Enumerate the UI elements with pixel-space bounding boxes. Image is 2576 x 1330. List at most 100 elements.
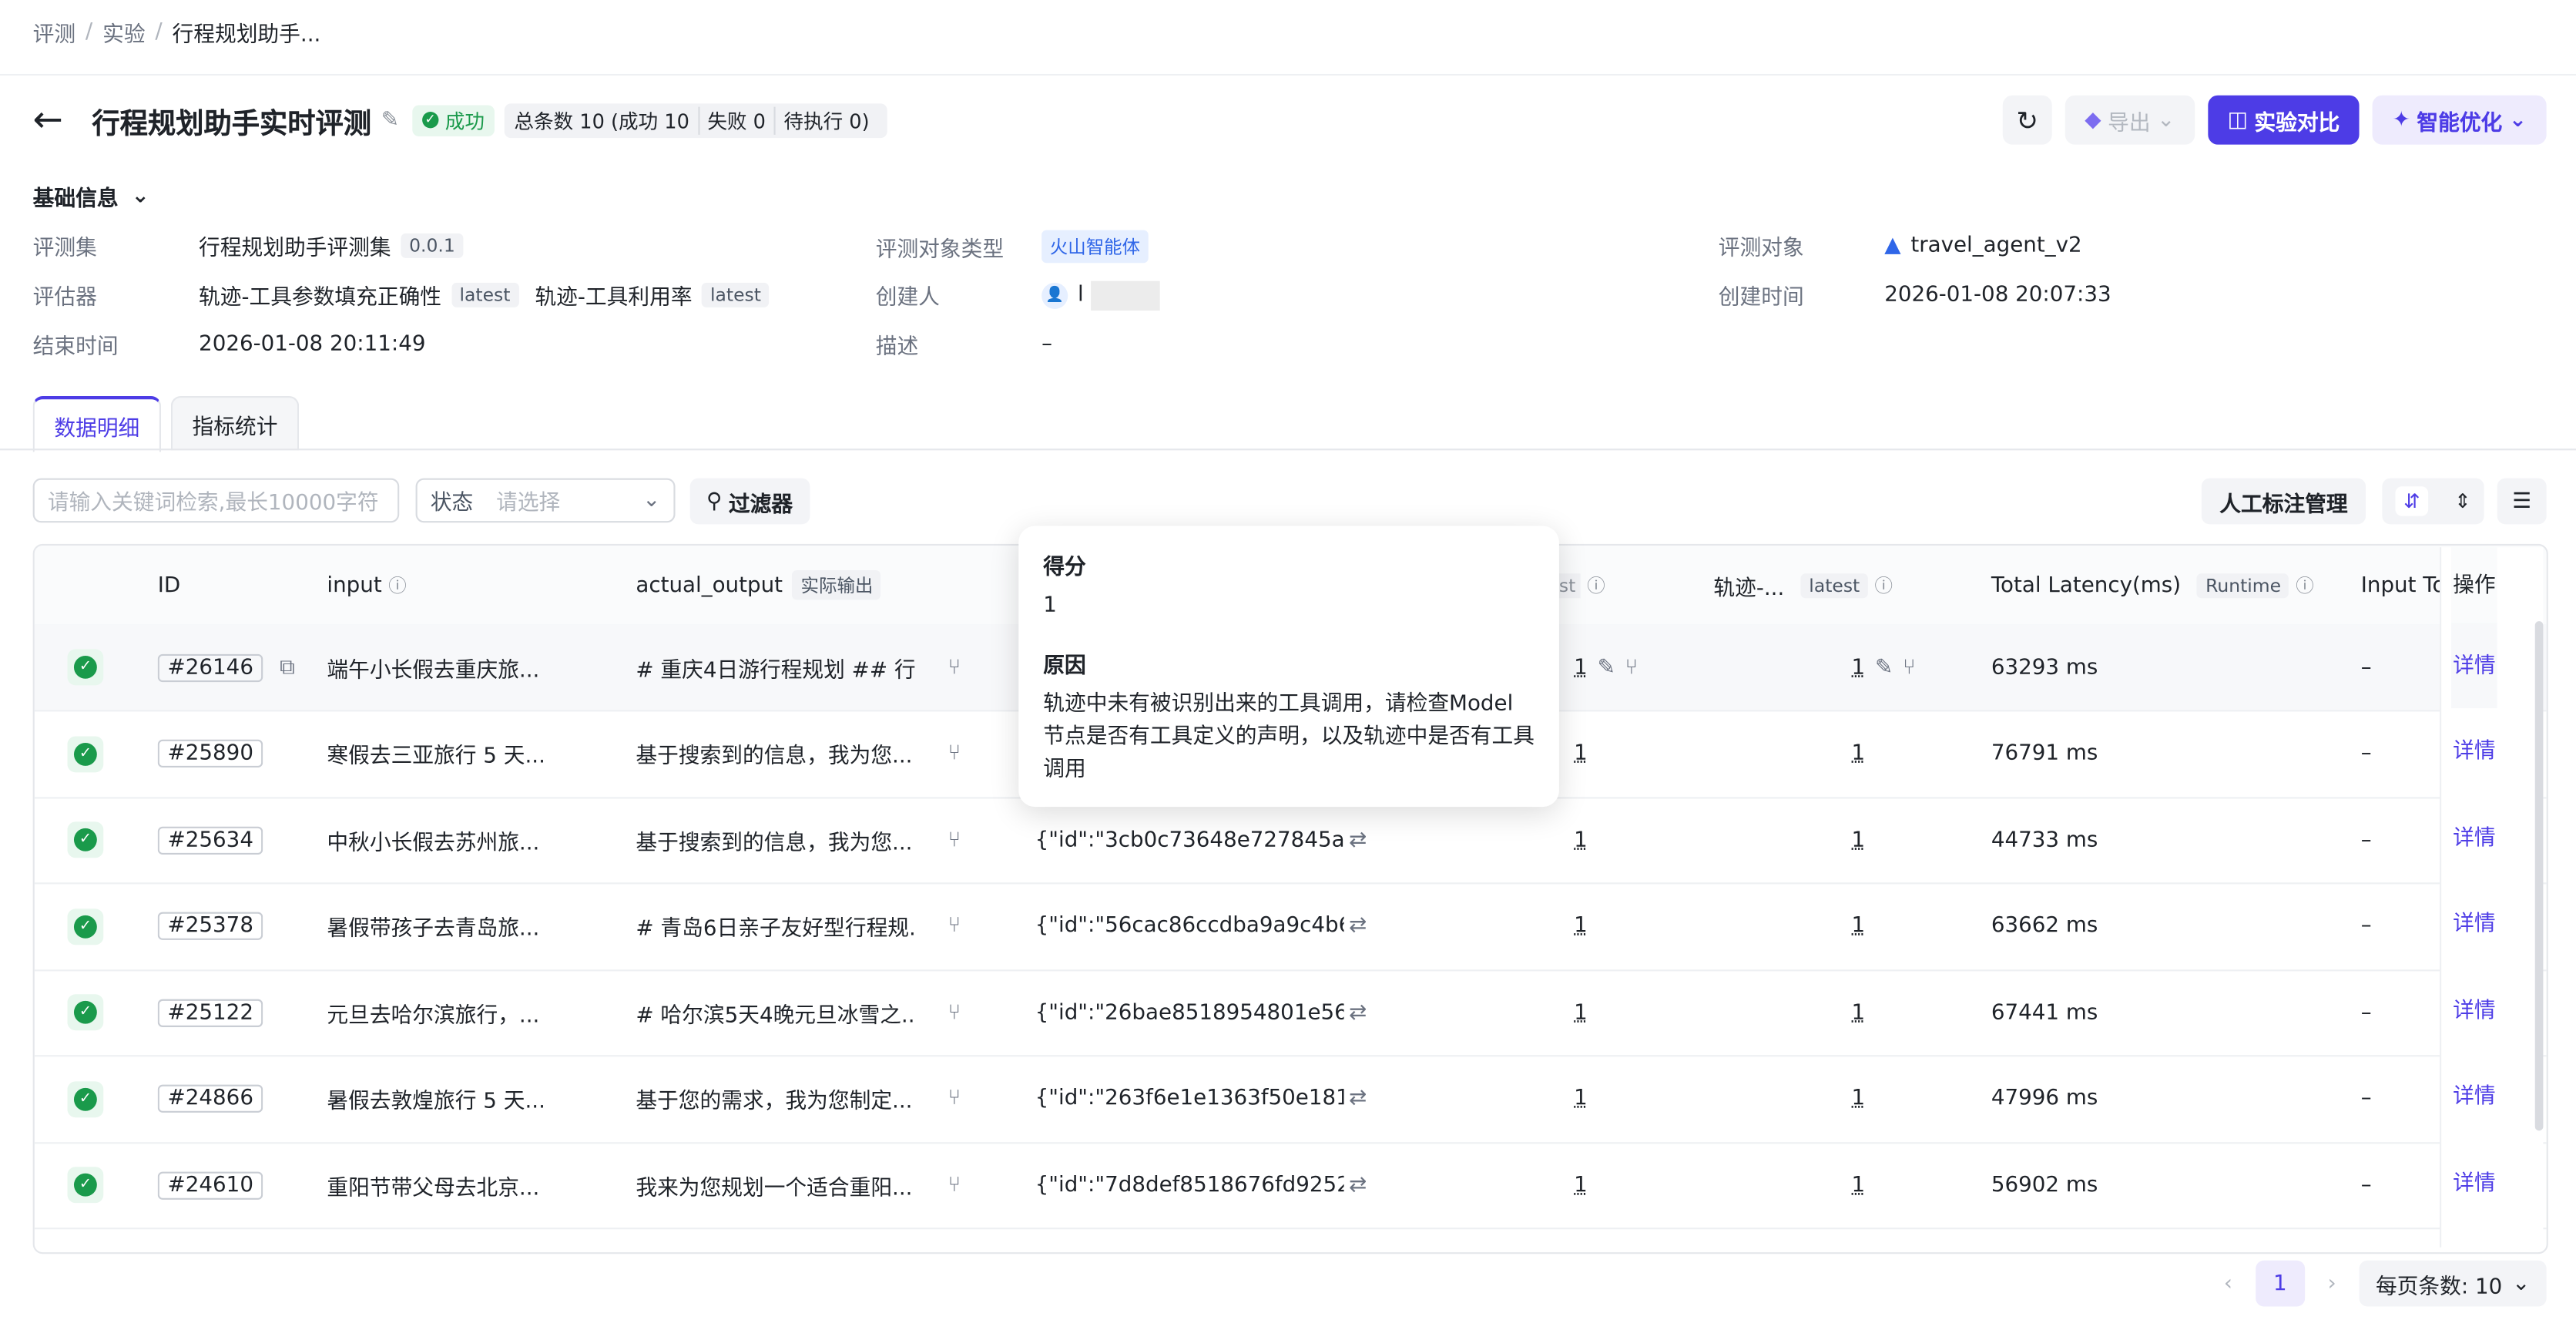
table-row[interactable]: ✓ #25378 暑假带孩子去青岛旅... # 青岛6日亲子友好型行程规... ⑂ {"i… bbox=[34, 883, 2547, 971]
trajectory-icon[interactable]: ⇄ bbox=[1349, 969, 1367, 1055]
detail-link[interactable]: 详情 bbox=[2450, 623, 2497, 709]
score-eval1[interactable]: 1 bbox=[1574, 914, 1588, 939]
version-tag: 0.0.1 bbox=[401, 233, 464, 258]
score-eval1[interactable]: 1 bbox=[1574, 741, 1588, 766]
trajectory-icon[interactable]: ⇄ bbox=[1349, 1056, 1367, 1141]
tab-metrics[interactable]: 指标统计 bbox=[170, 395, 300, 451]
trace-icon[interactable]: ⑂ bbox=[948, 969, 961, 1055]
cell-latency: 56902 ms bbox=[1991, 1172, 2098, 1197]
check-circle-icon: ✓ bbox=[73, 1087, 97, 1110]
success-status: ✓ bbox=[67, 1167, 104, 1204]
score-eval1[interactable]: 1 bbox=[1574, 655, 1588, 680]
status-label: 状态 bbox=[430, 491, 474, 516]
page-size-label: 每页条数: 10 bbox=[2375, 1274, 2503, 1299]
evaluator-link[interactable]: 轨迹-工具参数填充正确性 bbox=[199, 280, 441, 311]
dataset-link[interactable]: 行程规划助手评测集 bbox=[199, 230, 391, 261]
info-icon[interactable]: ⓘ bbox=[388, 572, 406, 598]
trace-icon[interactable]: ⑂ bbox=[1903, 655, 1916, 680]
detail-link[interactable]: 详情 bbox=[2451, 968, 2497, 1053]
edit-pencil-icon[interactable]: ✎ bbox=[1875, 655, 1893, 680]
cell-input: 暑假带孩子去青岛旅... bbox=[327, 917, 540, 942]
info-creator: 创建人 👤 l bbox=[876, 280, 1159, 311]
score-eval1[interactable]: 1 bbox=[1574, 828, 1588, 852]
created-time: 2026-01-08 20:07:33 bbox=[1884, 282, 2111, 307]
trajectory-icon[interactable]: ⇄ bbox=[1349, 1142, 1367, 1228]
trajectory-icon[interactable]: ⇄ bbox=[1349, 797, 1367, 882]
detail-link[interactable]: 详情 bbox=[2451, 795, 2497, 881]
score-eval1[interactable]: 1 bbox=[1574, 1087, 1588, 1111]
row-id: #25890 bbox=[157, 739, 263, 767]
target-type-tag: 火山智能体 bbox=[1041, 230, 1149, 264]
detail-link[interactable]: 详情 bbox=[2451, 1054, 2497, 1140]
trace-icon[interactable]: ⑂ bbox=[948, 710, 961, 796]
score-eval1[interactable]: 1 bbox=[1574, 1173, 1588, 1197]
optimize-button[interactable]: ✦ 智能优化 ⌄ bbox=[2372, 95, 2547, 145]
score-eval2[interactable]: 1 bbox=[1852, 1173, 1866, 1197]
info-label: 评测集 bbox=[32, 237, 97, 262]
trace-icon[interactable]: ⑂ bbox=[948, 624, 961, 710]
detail-link[interactable]: 详情 bbox=[2451, 882, 2497, 967]
stats-pending: 待执行 0) bbox=[773, 106, 878, 134]
score-eval2[interactable]: 1 bbox=[1852, 655, 1866, 680]
next-page-icon[interactable]: › bbox=[2328, 1271, 2336, 1296]
info-icon[interactable]: ⓘ bbox=[2296, 572, 2313, 598]
detail-link[interactable]: 详情 bbox=[2451, 1140, 2497, 1226]
cell-latency: 67441 ms bbox=[1991, 999, 2098, 1025]
table-row[interactable]: ✓ #25122 元旦去哈尔滨旅行，... # 哈尔滨5天4晚元旦冰雪之... ⑂ {"i… bbox=[34, 969, 2547, 1057]
export-button[interactable]: ◆ 导出 ⌄ bbox=[2064, 95, 2195, 145]
trace-icon[interactable]: ⑂ bbox=[948, 797, 961, 882]
refresh-button[interactable]: ↻ bbox=[2002, 95, 2052, 145]
trace-icon[interactable]: ⑂ bbox=[1625, 655, 1639, 680]
search-input[interactable]: 请输入关键词检索,最长10000字符 bbox=[32, 478, 400, 523]
table-row[interactable]: ✓ #25634 中秋小长假去苏州旅... 基于搜索到的信息，我为您... ⑂ {"id"… bbox=[34, 797, 2547, 885]
breadcrumb-item-eval[interactable]: 评测 bbox=[33, 16, 75, 48]
score-eval2[interactable]: 1 bbox=[1852, 914, 1866, 939]
score-eval2[interactable]: 1 bbox=[1852, 1000, 1866, 1025]
cell-output: 我来为您规划一个适合重阳... bbox=[636, 1175, 913, 1201]
copy-icon[interactable]: ⧉ bbox=[280, 655, 295, 680]
annotation-manage-button[interactable]: 人工标注管理 bbox=[2201, 478, 2366, 525]
info-icon[interactable]: ⓘ bbox=[1874, 572, 1892, 598]
detail-link[interactable]: 详情 bbox=[2451, 709, 2497, 794]
back-arrow-icon[interactable]: ← bbox=[33, 99, 82, 140]
edit-pencil-icon[interactable]: ✎ bbox=[1598, 655, 1615, 680]
table-row[interactable]: ✓ #24866 暑假去敦煌旅行 5 天... 基于您的需求，我为您制定... ⑂ {"i… bbox=[34, 1056, 2547, 1144]
trace-icon[interactable]: ⑂ bbox=[948, 1056, 961, 1141]
trace-icon[interactable]: ⑂ bbox=[948, 1142, 961, 1228]
stats-total: 总条数 10 (成功 10 bbox=[514, 109, 689, 133]
table-scrollbar[interactable] bbox=[2534, 621, 2544, 1131]
optimize-label: 智能优化 bbox=[2417, 110, 2503, 136]
cell-input-tokens: – bbox=[2360, 999, 2372, 1025]
table-row[interactable]: ✓ #24610 重阳节带父母去北京... 我来为您规划一个适合重阳... ⑂ {"id"… bbox=[34, 1142, 2547, 1230]
score-eval2[interactable]: 1 bbox=[1852, 1087, 1866, 1111]
compact-view-icon[interactable]: ⇵ bbox=[2395, 486, 2429, 516]
cell-trajectory: {"id":"263f6e1e1363f50e181a5... bbox=[1035, 1086, 1344, 1111]
check-circle-icon: ✓ bbox=[73, 655, 97, 679]
cell-latency: 44733 ms bbox=[1991, 827, 2098, 852]
status-select[interactable]: 状态 请选择 ⌄ bbox=[415, 478, 676, 523]
edit-pencil-icon[interactable]: ✎ bbox=[381, 108, 399, 133]
prev-page-icon[interactable]: ‹ bbox=[2224, 1271, 2232, 1296]
compare-button[interactable]: ◫ 实验对比 bbox=[2208, 95, 2360, 145]
target-link[interactable]: travel_agent_v2 bbox=[1910, 233, 2081, 258]
chevron-down-icon: ⌄ bbox=[2157, 107, 2175, 133]
page-button[interactable]: 1 bbox=[2255, 1260, 2305, 1307]
info-icon[interactable]: ⓘ bbox=[1587, 572, 1605, 598]
page-title: 行程规划助手实时评测 bbox=[92, 107, 371, 141]
row-id: #25122 bbox=[157, 998, 263, 1026]
info-evaluators: 评估器 轨迹-工具参数填充正确性 latest 轨迹-工具利用率 latest bbox=[33, 280, 770, 311]
column-settings-icon[interactable]: ☰ bbox=[2497, 478, 2547, 525]
trace-icon[interactable]: ⑂ bbox=[948, 883, 961, 969]
score-eval1[interactable]: 1 bbox=[1574, 1000, 1588, 1025]
page-size-select[interactable]: 每页条数: 10 ⌄ bbox=[2359, 1260, 2547, 1307]
chevron-down-icon: ⌄ bbox=[642, 488, 661, 513]
score-eval2[interactable]: 1 bbox=[1852, 741, 1866, 766]
evaluator-link[interactable]: 轨迹-工具利用率 bbox=[535, 280, 692, 311]
score-eval2[interactable]: 1 bbox=[1852, 828, 1866, 852]
tab-data-detail[interactable]: 数据明细 bbox=[32, 395, 162, 452]
breadcrumb-item-experiment[interactable]: 实验 bbox=[102, 16, 145, 48]
filter-button[interactable]: ⚲ 过滤器 bbox=[689, 478, 810, 525]
expand-view-icon[interactable]: ⇕ bbox=[2454, 490, 2470, 513]
basic-info-toggle[interactable]: 基础信息 ⌄ bbox=[33, 181, 149, 212]
trajectory-icon[interactable]: ⇄ bbox=[1349, 883, 1367, 969]
